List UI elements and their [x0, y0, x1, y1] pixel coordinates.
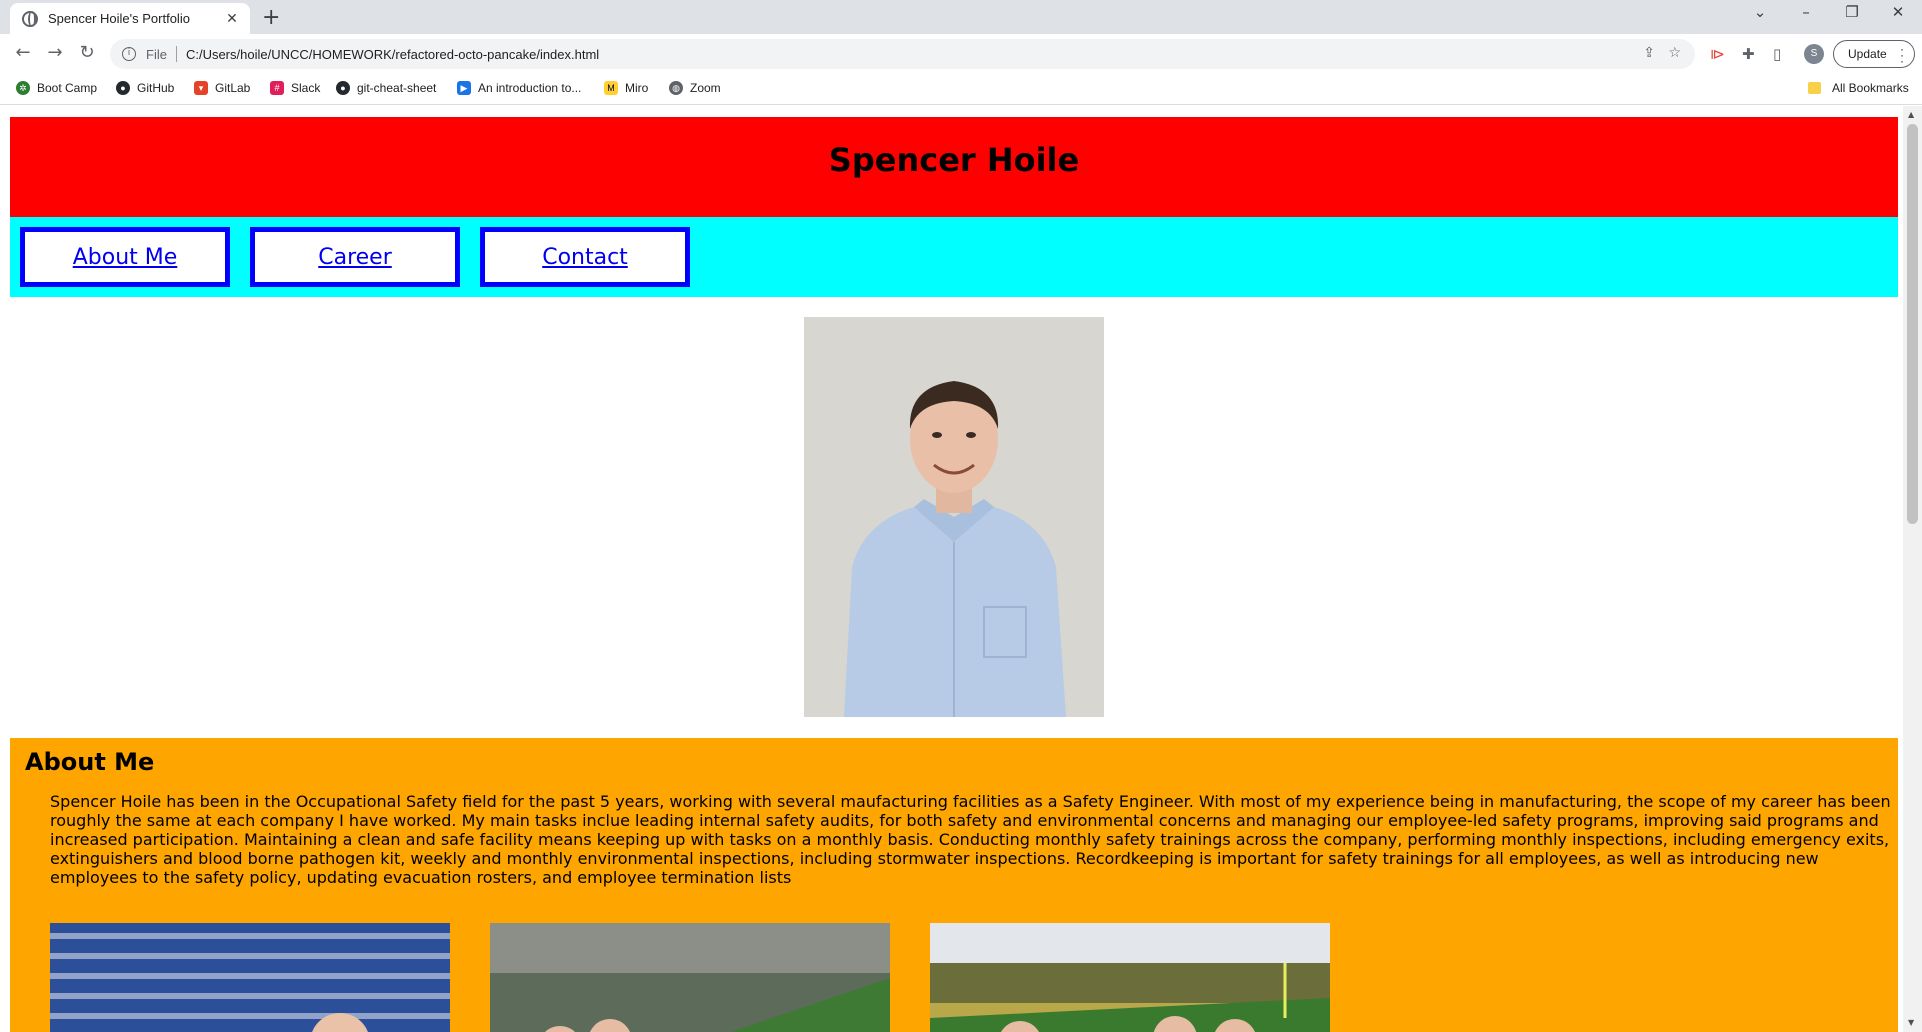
- bootcamp-icon: ✲: [16, 81, 30, 95]
- bookmark-label: Zoom: [690, 81, 721, 95]
- menu-dots-icon: · · ·: [1900, 42, 1904, 68]
- extensions-puzzle-icon[interactable]: ✚: [1742, 45, 1755, 63]
- play-icon: ▶: [457, 81, 471, 95]
- slack-icon: #: [270, 81, 284, 95]
- update-button[interactable]: Update · · ·: [1833, 40, 1915, 68]
- about-section: About Me Spencer Hoile has been in the O…: [10, 738, 1898, 1032]
- bookmark-slack[interactable]: # Slack: [270, 81, 320, 95]
- side-panel-icon[interactable]: ▯: [1773, 45, 1781, 63]
- bookmark-label: An introduction to...: [478, 81, 582, 95]
- page-viewport: Spencer Hoile About Me Career Contact Ab…: [0, 106, 1903, 1032]
- address-url[interactable]: C:/Users/hoile/UNCC/HOMEWORK/refactored-…: [186, 47, 599, 62]
- scroll-thumb[interactable]: [1907, 124, 1918, 524]
- scroll-up-icon[interactable]: ▲: [1908, 110, 1914, 119]
- bookmark-git-cheat-sheet[interactable]: ● git-cheat-sheet: [336, 81, 436, 95]
- bookmark-label: GitHub: [137, 81, 175, 95]
- minimize-button[interactable]: –: [1786, 3, 1826, 21]
- bookmark-introduction[interactable]: ▶ An introduction to...: [457, 81, 581, 95]
- bookmark-miro[interactable]: M Miro: [604, 81, 648, 95]
- bookmarks-bar: ✲ Boot Camp ● GitHub ▾ GitLab # Slack ● …: [0, 75, 1922, 105]
- github-icon: ●: [336, 81, 350, 95]
- bookmark-star-icon[interactable]: ☆: [1668, 45, 1681, 61]
- nav-link-career[interactable]: Career: [250, 227, 460, 287]
- site-info-icon[interactable]: i: [122, 47, 136, 61]
- bookmark-label: Boot Camp: [37, 81, 98, 95]
- all-bookmarks-label: All Bookmarks: [1832, 81, 1909, 95]
- gallery-image-stadium-2: [490, 923, 890, 1032]
- forward-icon[interactable]: →: [42, 42, 68, 63]
- tab-search-icon[interactable]: ⌄: [1740, 3, 1780, 21]
- site-title: Spencer Hoile: [828, 141, 1080, 179]
- address-scheme: File: [146, 46, 167, 62]
- globe-icon: [22, 10, 38, 27]
- bookmark-github[interactable]: ● GitHub: [116, 81, 174, 95]
- folder-icon: [1808, 82, 1821, 94]
- bookmark-label: Miro: [625, 81, 649, 95]
- extension-red-icon[interactable]: ⧐: [1710, 45, 1725, 63]
- share-icon[interactable]: ⇪: [1643, 45, 1655, 61]
- profile-avatar[interactable]: S: [1804, 44, 1824, 64]
- bookmark-label: GitLab: [215, 81, 251, 95]
- restore-button[interactable]: ❐: [1832, 3, 1872, 21]
- back-icon[interactable]: ←: [10, 42, 36, 63]
- profile-photo: [804, 317, 1104, 717]
- page-scrollbar[interactable]: ▲ ▼: [1903, 106, 1922, 1032]
- stadium-photo-illustration: [930, 923, 1330, 1032]
- miro-icon: M: [604, 81, 618, 95]
- address-bar[interactable]: i File C:/Users/hoile/UNCC/HOMEWORK/refa…: [110, 39, 1695, 69]
- new-tab-button[interactable]: +: [262, 5, 280, 30]
- bookmark-zoom[interactable]: ◍ Zoom: [669, 81, 721, 95]
- about-heading: About Me: [25, 748, 155, 776]
- about-text: Spencer Hoile has been in the Occupation…: [50, 792, 1891, 887]
- browser-tab[interactable]: Spencer Hoile's Portfolio ✕: [10, 3, 250, 34]
- tab-bar: Spencer Hoile's Portfolio ✕ + ⌄ – ❐ ✕: [0, 0, 1922, 34]
- profile-portrait-illustration: [804, 317, 1104, 717]
- github-icon: ●: [116, 81, 130, 95]
- all-bookmarks[interactable]: All Bookmarks: [1832, 81, 1909, 95]
- close-tab-icon[interactable]: ✕: [224, 11, 240, 27]
- stadium-photo-illustration: [490, 923, 890, 1032]
- update-label: Update: [1848, 47, 1887, 61]
- bookmark-boot-camp[interactable]: ✲ Boot Camp: [16, 81, 97, 95]
- browser-toolbar: ← → ↻ i File C:/Users/hoile/UNCC/HOMEWOR…: [0, 34, 1922, 75]
- scroll-down-icon[interactable]: ▼: [1908, 1018, 1914, 1027]
- gallery-image-stadium-3: [930, 923, 1330, 1032]
- stadium-photo-illustration: [50, 923, 450, 1032]
- nav-link-contact[interactable]: Contact: [480, 227, 690, 287]
- close-window-button[interactable]: ✕: [1878, 3, 1918, 21]
- site-header: Spencer Hoile: [10, 117, 1898, 217]
- gitlab-icon: ▾: [194, 81, 208, 95]
- nav-link-about-me[interactable]: About Me: [20, 227, 230, 287]
- bookmark-label: git-cheat-sheet: [357, 81, 437, 95]
- site-nav: About Me Career Contact: [10, 217, 1898, 297]
- address-divider: [175, 46, 177, 62]
- reload-icon[interactable]: ↻: [74, 42, 100, 63]
- globe-icon: ◍: [669, 81, 683, 95]
- bookmark-label: Slack: [291, 81, 321, 95]
- tab-title: Spencer Hoile's Portfolio: [48, 11, 190, 26]
- bookmark-gitlab[interactable]: ▾ GitLab: [194, 81, 250, 95]
- gallery-image-stadium-1: [50, 923, 450, 1032]
